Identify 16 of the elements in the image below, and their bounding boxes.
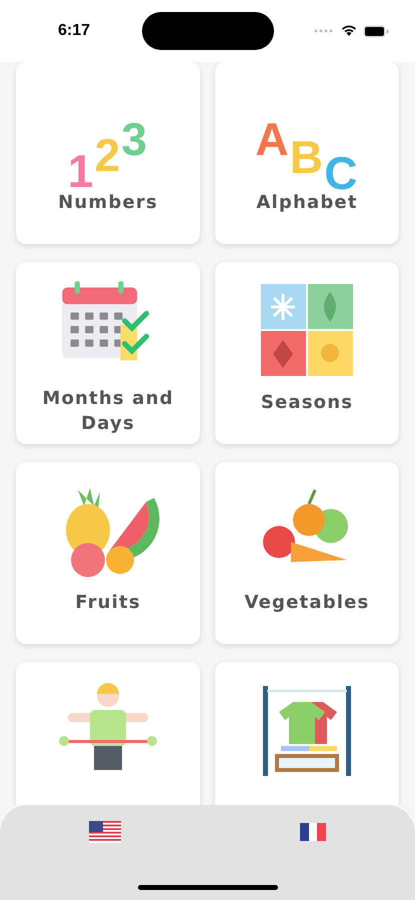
france-flag-icon: [300, 823, 326, 841]
category-card[interactable]: [215, 662, 399, 805]
glyph-art: 123: [68, 112, 148, 190]
category-card[interactable]: Vegetables: [215, 462, 399, 644]
glyph-art: ABC: [255, 112, 359, 190]
category-card[interactable]: [16, 662, 200, 805]
category-card[interactable]: Seasons: [215, 262, 399, 444]
battery-icon: [363, 24, 389, 38]
category-card[interactable]: Fruits: [16, 462, 200, 644]
usa-flag-icon: [89, 821, 122, 843]
wifi-icon: [341, 25, 357, 37]
signal-icon: [313, 28, 335, 34]
status-time: 6:17: [58, 22, 92, 40]
category-card[interactable]: Months and Days: [16, 262, 200, 444]
category-card[interactable]: 123 Numbers: [16, 62, 200, 244]
category-card[interactable]: ABC Alphabet: [215, 62, 399, 244]
